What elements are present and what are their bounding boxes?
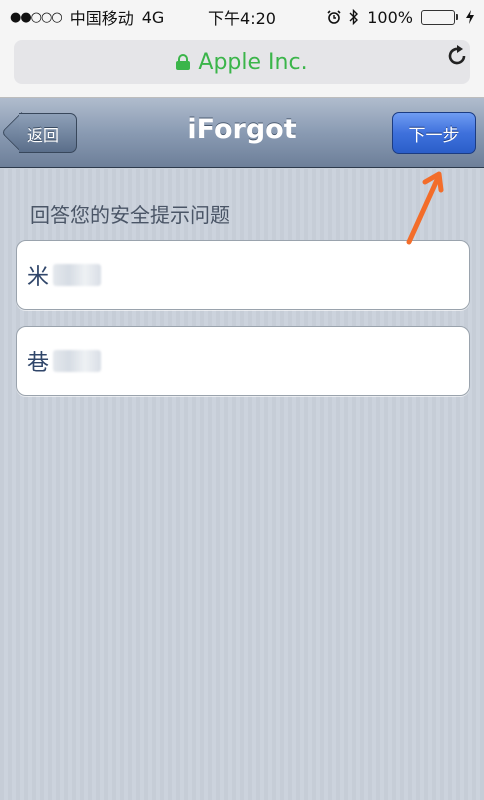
redacted-text <box>53 264 102 286</box>
reload-icon[interactable] <box>444 43 470 69</box>
status-right: 100% <box>327 8 474 27</box>
carrier-name: 中国移动 <box>69 9 134 28</box>
next-button[interactable]: 下一步 <box>392 112 476 154</box>
answer-field-2[interactable]: 巷 <box>16 326 470 396</box>
back-button[interactable]: 返回 <box>0 111 77 154</box>
answer-2-text: 巷 <box>27 351 50 376</box>
annotation-arrow-icon <box>406 171 444 245</box>
address-bar[interactable]: Apple Inc. <box>14 40 470 84</box>
charging-icon <box>466 10 474 24</box>
battery-icon <box>421 9 458 25</box>
alarm-icon <box>327 10 341 24</box>
bluetooth-icon <box>349 9 359 25</box>
signal-strength-icon: ●●○○○ <box>10 9 63 25</box>
lock-icon <box>176 54 191 70</box>
browser-toolbar: Apple Inc. <box>0 34 484 98</box>
status-bar: ●●○○○ 中国移动 4G 下午4:20 100% <box>0 0 484 34</box>
battery-percent: 100% <box>367 7 413 27</box>
network-type: 4G <box>141 7 165 27</box>
site-label: Apple Inc. <box>198 49 308 75</box>
redacted-text <box>53 350 102 372</box>
back-button-label: 返回 <box>27 126 60 145</box>
navigation-bar: 返回 iForgot 下一步 <box>0 98 484 168</box>
main-content: 回答您的安全提示问题 米 巷 <box>0 169 484 800</box>
security-question-prompt: 回答您的安全提示问题 <box>30 203 230 227</box>
answer-field-1[interactable]: 米 <box>16 240 470 310</box>
answer-1-text: 米 <box>27 265 50 290</box>
status-left: ●●○○○ 中国移动 4G <box>10 5 164 29</box>
